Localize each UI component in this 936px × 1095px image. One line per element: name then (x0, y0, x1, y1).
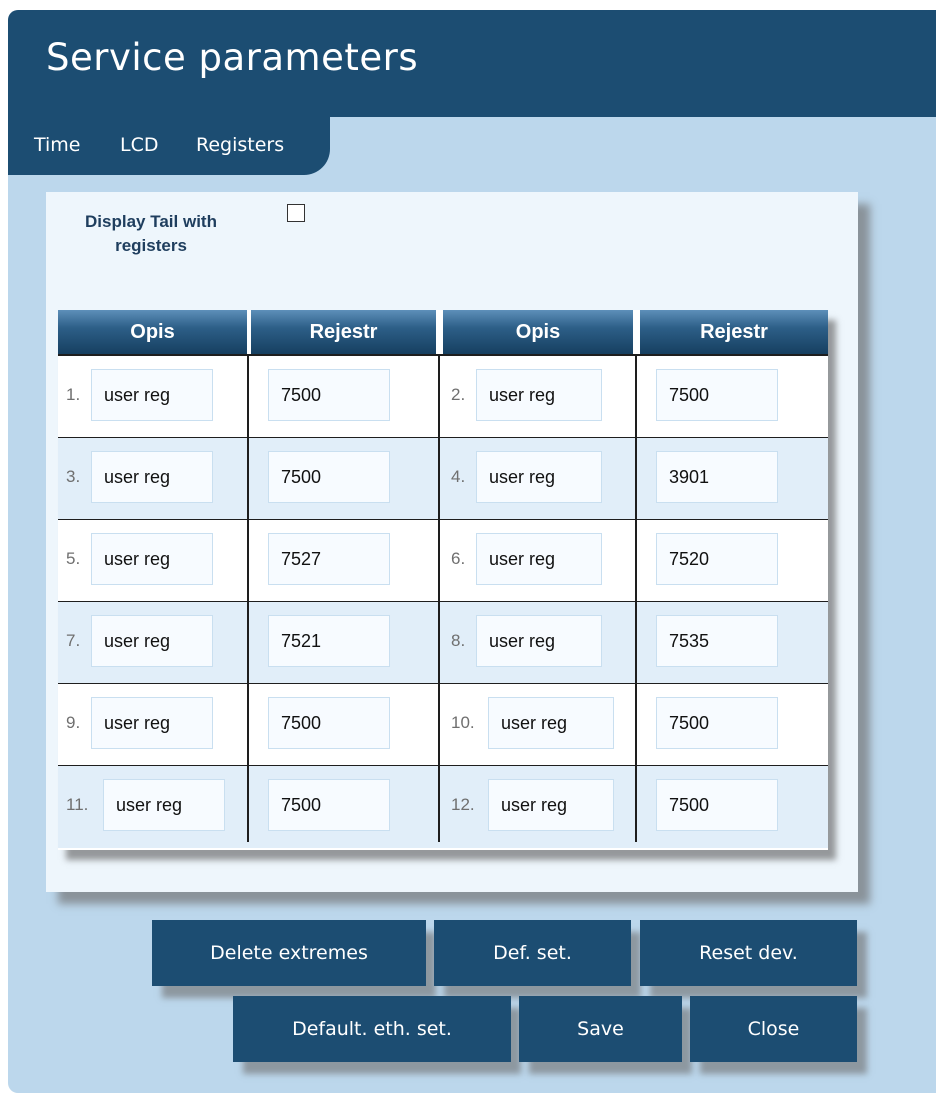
table-header: Opis Rejestr Opis Rejestr (58, 310, 828, 356)
display-tail-checkbox[interactable] (287, 204, 305, 222)
register-number: 11. (66, 795, 89, 814)
header-opis-1: Opis (58, 310, 247, 354)
register-description-input[interactable]: user reg (488, 779, 614, 831)
display-tail-label: Display Tail with registers (85, 212, 217, 255)
column-divider (635, 356, 637, 842)
register-number: 8. (451, 631, 466, 650)
register-description-input[interactable]: user reg (476, 369, 602, 421)
dialog-title: Service parameters (46, 36, 419, 79)
default-eth-set-button[interactable]: Default. eth. set. (233, 996, 511, 1062)
register-number: 6. (451, 549, 466, 568)
register-address-input[interactable]: 7500 (268, 779, 390, 831)
register-address-input[interactable]: 7500 (656, 369, 778, 421)
table-row: 5. user reg 7527 6. user reg 7520 (58, 520, 828, 602)
register-address-input[interactable]: 7500 (268, 451, 390, 503)
column-divider (438, 356, 440, 842)
service-parameters-dialog: Service parameters Time LCD Registers Di… (8, 10, 936, 1093)
register-description-input[interactable]: user reg (476, 615, 602, 667)
table-row: 1. user reg 7500 2. user reg 7500 (58, 356, 828, 438)
register-address-input[interactable]: 7500 (656, 779, 778, 831)
column-divider (247, 356, 249, 842)
register-number: 7. (66, 631, 81, 650)
tab-registers[interactable]: Registers (196, 134, 284, 156)
register-address-input[interactable]: 7521 (268, 615, 390, 667)
register-description-input[interactable]: user reg (91, 369, 213, 421)
register-address-input[interactable]: 7500 (268, 369, 390, 421)
table-row: 7. user reg 7521 8. user reg 7535 (58, 602, 828, 684)
dialog-header: Service parameters (8, 10, 936, 117)
table-row: 3. user reg 7500 4. user reg 3901 (58, 438, 828, 520)
def-set-button[interactable]: Def. set. (434, 920, 631, 986)
tab-bar: Time LCD Registers (8, 117, 330, 175)
register-description-input[interactable]: user reg (91, 451, 213, 503)
registers-table: Opis Rejestr Opis Rejestr 1. user reg 7500… (58, 310, 828, 850)
header-opis-2: Opis (443, 310, 633, 354)
register-number: 1. (66, 385, 81, 404)
delete-extremes-button[interactable]: Delete extremes (152, 920, 426, 986)
save-button[interactable]: Save (519, 996, 682, 1062)
register-address-input[interactable]: 3901 (656, 451, 778, 503)
table-row: 11. user reg 7500 12. user reg 7500 (58, 766, 828, 848)
register-number: 3. (66, 467, 81, 486)
register-number: 2. (451, 385, 466, 404)
register-number: 5. (66, 549, 81, 568)
register-number: 9. (66, 713, 81, 732)
header-divider (58, 354, 828, 356)
register-description-input[interactable]: user reg (476, 533, 602, 585)
close-button[interactable]: Close (690, 996, 857, 1062)
register-address-input[interactable]: 7500 (268, 697, 390, 749)
tab-lcd[interactable]: LCD (120, 134, 158, 156)
register-address-input[interactable]: 7535 (656, 615, 778, 667)
register-description-input[interactable]: user reg (91, 697, 213, 749)
register-address-input[interactable]: 7520 (656, 533, 778, 585)
header-rejestr-1: Rejestr (251, 310, 436, 354)
register-description-input[interactable]: user reg (91, 615, 213, 667)
registers-panel: Display Tail with registers Opis Rejestr… (46, 192, 858, 892)
register-address-input[interactable]: 7500 (656, 697, 778, 749)
register-number: 12. (451, 795, 475, 814)
reset-dev-button[interactable]: Reset dev. (640, 920, 857, 986)
register-number: 4. (451, 467, 466, 486)
tab-time[interactable]: Time (34, 134, 81, 156)
register-description-input[interactable]: user reg (488, 697, 614, 749)
register-address-input[interactable]: 7527 (268, 533, 390, 585)
register-description-input[interactable]: user reg (476, 451, 602, 503)
register-number: 10. (451, 713, 475, 732)
register-description-input[interactable]: user reg (91, 533, 213, 585)
register-description-input[interactable]: user reg (103, 779, 225, 831)
header-rejestr-2: Rejestr (640, 310, 828, 354)
table-row: 9. user reg 7500 10. user reg 7500 (58, 684, 828, 766)
